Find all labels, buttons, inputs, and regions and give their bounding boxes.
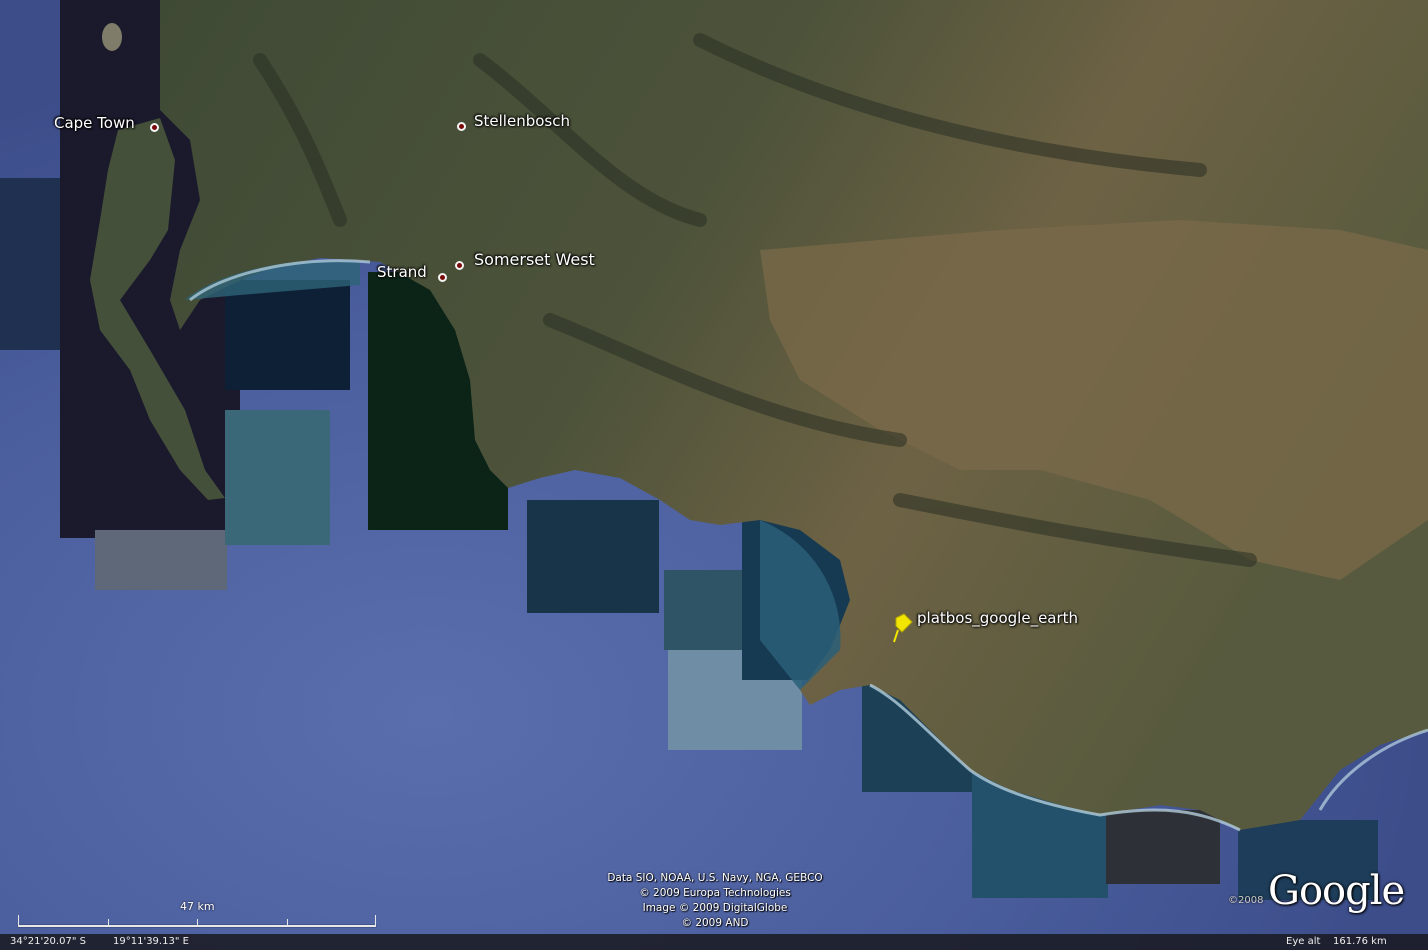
imagery-tile [664,570,744,650]
google-logo: Google [1268,868,1405,914]
eye-alt-label: Eye alt [1286,936,1321,947]
place-label-strand[interactable]: Strand [377,263,427,281]
imagery-tile [225,410,330,545]
place-dot-cape-town[interactable] [150,123,159,132]
place-dot-stellenbosch[interactable] [457,122,466,131]
scale-tick [197,919,198,927]
attribution-line: Data SIO, NOAA, U.S. Navy, NGA, GEBCO [607,872,823,884]
map-attribution: Data SIO, NOAA, U.S. Navy, NGA, GEBCO © … [590,871,840,931]
place-dot-somerset-west[interactable] [455,261,464,270]
imagery-tile [95,530,227,590]
scale-tick [287,919,288,927]
yellow-pushpin-icon[interactable] [890,612,914,644]
attribution-line: Image © 2009 DigitalGlobe [642,902,788,914]
place-label-cape-town[interactable]: Cape Town [54,114,135,132]
attribution-line: © 2009 Europa Technologies [639,887,791,899]
latitude-readout: 34°21'20.07" S [10,936,86,947]
place-label-stellenbosch[interactable]: Stellenbosch [474,112,570,130]
longitude-readout: 19°11'39.13" E [113,936,189,947]
satellite-map[interactable] [0,0,1428,950]
place-label-somerset-west[interactable]: Somerset West [474,250,595,269]
logo-copyright: ©2008 [1228,895,1264,906]
scale-tick [18,915,19,927]
robben-island [102,23,122,51]
scale-tick [375,915,376,927]
status-bar: 34°21'20.07" S 19°11'39.13" E Eye alt 16… [0,934,1428,950]
scale-label: 47 km [180,900,215,913]
placemark-label[interactable]: platbos_google_earth [917,609,1078,627]
imagery-tile [527,500,659,613]
attribution-line: © 2009 AND [681,917,749,929]
eye-alt-value: 161.76 km [1333,936,1387,947]
scale-legend: 47 km [18,900,376,929]
scale-tick [108,919,109,927]
imagery-tile [1106,810,1220,884]
imagery-tile [225,280,350,390]
place-dot-strand[interactable] [438,273,447,282]
